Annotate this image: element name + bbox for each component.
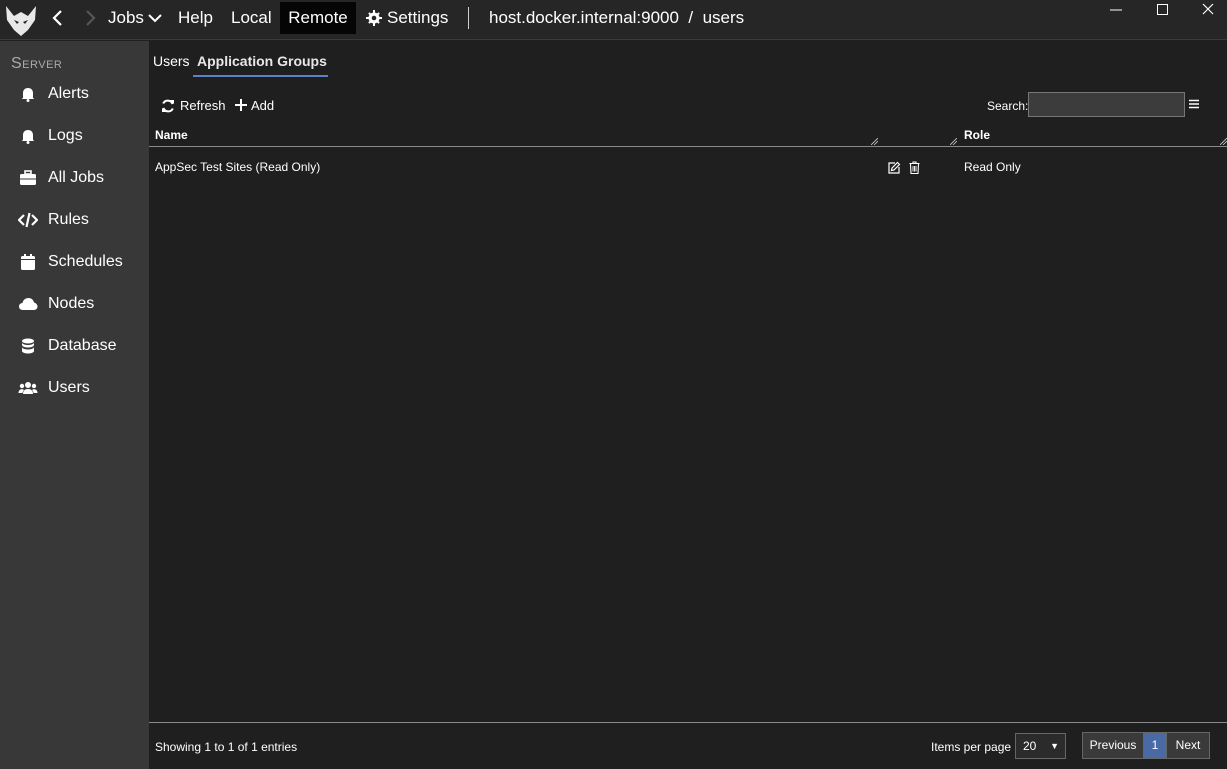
gear-icon — [366, 10, 382, 26]
plus-icon — [235, 99, 247, 111]
sidebar-item-schedules[interactable]: Schedules — [0, 245, 149, 279]
sidebar-item-label: Nodes — [48, 295, 95, 312]
sidebar-item-label: Users — [48, 379, 90, 396]
refresh-button[interactable]: Refresh — [161, 97, 226, 115]
cell-name: AppSec Test Sites (Read Only) — [155, 160, 321, 174]
table-footer-divider — [149, 722, 1227, 723]
column-resize-handle[interactable] — [871, 138, 878, 145]
cloud-icon — [19, 298, 38, 310]
chevron-right-icon — [86, 10, 96, 26]
menu-settings-label: Settings — [387, 8, 449, 27]
bell-icon — [21, 88, 35, 102]
calendar-icon — [21, 254, 35, 270]
sidebar-item-database[interactable]: Database — [0, 329, 149, 363]
title-bar: Jobs Help Local Remote Settings host.doc… — [0, 0, 1227, 40]
page-1-button[interactable]: 1 — [1143, 732, 1167, 759]
next-page-button[interactable]: Next — [1166, 732, 1210, 759]
sidebar-item-alerts[interactable]: Alerts — [0, 77, 149, 111]
search-input[interactable] — [1028, 92, 1185, 117]
previous-page-button[interactable]: Previous — [1082, 732, 1144, 759]
column-menu-icon[interactable] — [1189, 99, 1199, 109]
main-content: Users Application Groups Refresh Add Sea… — [149, 41, 1227, 769]
column-resize-handle[interactable] — [1220, 138, 1227, 145]
minimize-icon[interactable] — [1096, 0, 1136, 22]
tab-application-groups[interactable]: Application Groups — [197, 53, 327, 77]
active-tab-indicator — [193, 75, 328, 77]
sidebar-item-label: Schedules — [48, 253, 123, 270]
column-header-role[interactable]: Role — [964, 128, 990, 142]
sidebar-item-all-jobs[interactable]: All Jobs — [0, 161, 149, 195]
wolf-logo-icon — [6, 6, 36, 36]
close-icon[interactable] — [1188, 0, 1227, 22]
sidebar-item-label: All Jobs — [48, 169, 105, 186]
add-label: Add — [251, 98, 275, 113]
title-divider — [468, 7, 469, 29]
menu-local[interactable]: Local — [231, 2, 272, 34]
menu-jobs[interactable]: Jobs — [108, 2, 162, 34]
address-breadcrumb: host.docker.internal:9000 / users — [489, 8, 745, 27]
entries-info: Showing 1 to 1 of 1 entries — [155, 740, 298, 754]
items-per-page-select[interactable]: 20 ▼ — [1015, 733, 1066, 759]
refresh-label: Refresh — [180, 98, 226, 113]
add-button[interactable]: Add — [235, 97, 274, 115]
sidebar-item-label: Rules — [48, 211, 89, 228]
sidebar-item-nodes[interactable]: Nodes — [0, 287, 149, 321]
chevron-left-icon[interactable] — [50, 9, 66, 27]
tab-users[interactable]: Users — [153, 53, 190, 77]
refresh-icon — [162, 99, 174, 113]
edit-icon[interactable] — [888, 161, 901, 174]
briefcase-icon — [20, 170, 36, 185]
sidebar-item-users[interactable]: Users — [0, 371, 149, 405]
items-per-page-label: Items per page — [931, 740, 1012, 754]
sidebar-item-label: Logs — [48, 127, 83, 144]
sidebar-item-label: Database — [48, 337, 117, 354]
search-label: Search: — [987, 99, 1029, 113]
menu-remote[interactable]: Remote — [280, 2, 356, 34]
items-per-page-value: 20 — [1023, 739, 1037, 753]
code-icon — [18, 212, 38, 228]
chevron-down-icon — [148, 14, 162, 23]
menu-jobs-label: Jobs — [108, 8, 144, 27]
sidebar-item-rules[interactable]: Rules — [0, 203, 149, 237]
users-icon — [18, 382, 38, 394]
menu-settings[interactable]: Settings — [366, 2, 448, 34]
caret-down-icon: ▼ — [1050, 741, 1059, 751]
menu-help[interactable]: Help — [178, 2, 213, 34]
cell-role: Read Only — [964, 160, 1021, 174]
sidebar-title: Server — [11, 55, 63, 72]
sidebar-item-logs[interactable]: Logs — [0, 119, 149, 153]
bell-icon — [21, 130, 35, 144]
database-icon — [22, 338, 34, 354]
sidebar: Server Alerts Logs All Jobs Rules Schedu… — [0, 41, 149, 769]
sidebar-item-label: Alerts — [48, 85, 89, 102]
table-header-divider — [149, 146, 1227, 147]
trash-icon[interactable] — [909, 161, 920, 174]
maximize-icon[interactable] — [1142, 0, 1182, 22]
column-resize-handle[interactable] — [950, 138, 957, 145]
column-header-name[interactable]: Name — [155, 128, 188, 142]
